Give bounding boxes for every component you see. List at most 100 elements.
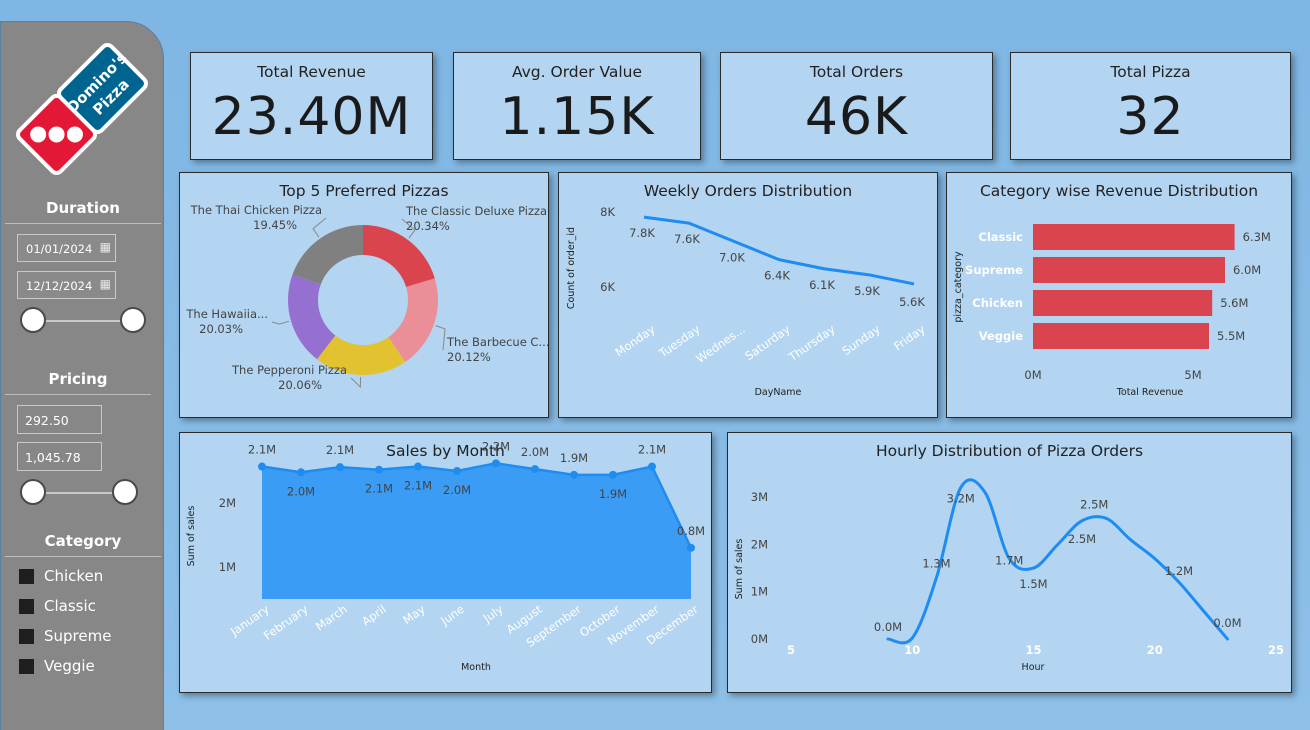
x-tick-label: February: [261, 602, 311, 643]
x-tick-label: April: [359, 602, 389, 629]
kpi-title: Avg. Order Value: [511, 63, 643, 81]
weekly-line-chart: 8K 6K Count of order_id DayName 7.8K Monday 7.…: [566, 205, 928, 398]
donut-chart: The Classic Deluxe Pizza20.34% The Barbec…: [185, 203, 548, 392]
category-heading: Category: [5, 532, 161, 557]
start-date-input[interactable]: 01/01/2024 ▦: [17, 234, 116, 262]
data-label: 1.9M: [599, 487, 627, 501]
x-tick-label: July: [480, 602, 506, 626]
slice-percent-label: 19.45%: [253, 218, 297, 232]
y-axis-title: Sum of sales: [186, 506, 197, 567]
end-date-input[interactable]: 12/12/2024 ▦: [17, 271, 116, 299]
x-tick-label: Monday: [612, 322, 657, 360]
data-label: 2.0M: [443, 483, 471, 497]
data-point: [375, 465, 383, 474]
data-label: 6.3M: [1243, 230, 1271, 244]
data-label: 5.9K: [854, 284, 880, 298]
x-tick-label: 0M: [1024, 368, 1041, 382]
checkbox[interactable]: [19, 598, 34, 614]
duration-slider-start-handle[interactable]: [20, 307, 46, 333]
x-tick-label: 5M: [1184, 368, 1201, 382]
price-slider-min-handle[interactable]: [20, 479, 46, 505]
data-point: [492, 459, 500, 468]
start-date-value: 01/01/2024: [26, 242, 93, 256]
data-point: [648, 462, 656, 471]
y-tick-label: Veggie: [979, 329, 1023, 343]
data-label: 5.5M: [1217, 329, 1245, 343]
kpi-title: Total Revenue: [257, 63, 366, 81]
monthly-area-chart: 2M1MSum of salesMonth2.1MJanuary2.0MFebr…: [186, 439, 705, 673]
slice-leader-line: [271, 320, 290, 325]
y-tick-label: 8K: [600, 205, 615, 219]
dominos-logo: Domino's Pizza: [16, 43, 148, 175]
panel-category-revenue: Category wise Revenue Distribution Class…: [946, 172, 1292, 418]
slice-percent-label: 20.06%: [278, 378, 322, 392]
category-option-supreme[interactable]: Supreme: [19, 627, 111, 645]
panel-hourly-orders: Hourly Distribution of Pizza Orders 0M 1M…: [727, 432, 1292, 693]
x-tick-label: June: [437, 602, 466, 628]
y-tick-label: Classic: [978, 230, 1023, 244]
data-label: 2.0M: [521, 445, 549, 459]
kpi-title: Total Orders: [809, 63, 904, 81]
slice-label: The Classic Deluxe Pizza: [405, 204, 547, 218]
y-tick-label: Supreme: [965, 263, 1023, 277]
panel-top-pizzas: Top 5 Preferred Pizzas The Classic Delux…: [179, 172, 549, 418]
x-tick-label: Sunday: [839, 322, 882, 358]
data-label: 1.2M: [1165, 564, 1193, 578]
kpi-value: 23.40M: [211, 87, 412, 147]
kpi-value: 1.15K: [499, 87, 655, 147]
y-tick-label: 2M: [219, 496, 236, 510]
duration-slider-end-handle[interactable]: [120, 307, 146, 333]
data-label: 5.6K: [899, 295, 925, 309]
data-point: [336, 463, 344, 472]
donut-slice: [363, 225, 435, 288]
duration-slider-track[interactable]: [33, 320, 133, 322]
data-point: [531, 465, 539, 474]
donut-slice: [292, 225, 363, 285]
calendar-icon[interactable]: ▦: [100, 240, 111, 254]
data-label: 3.2M: [947, 492, 975, 506]
kpi-card-total-pizza: Total Pizza 32: [1010, 52, 1291, 160]
duration-heading: Duration: [5, 199, 161, 224]
kpi-title: Total Pizza: [1110, 63, 1191, 81]
y-axis-title: pizza_category: [953, 251, 964, 323]
x-tick-label: Saturday: [742, 322, 793, 363]
pricing-heading: Pricing: [5, 370, 151, 395]
bar: [1033, 257, 1225, 283]
data-label: 1.3M: [922, 557, 950, 571]
data-label: 6.1K: [809, 278, 835, 292]
category-label: Veggie: [44, 657, 95, 675]
y-tick-label: 1M: [751, 585, 768, 599]
data-label: 2.5M: [1080, 497, 1108, 511]
data-label: 0.0M: [1213, 616, 1241, 630]
data-label: 2.1M: [365, 482, 393, 496]
category-bar-chart: Classic 6.3M Supreme 6.0M Chicken 5.6M Veggie 5…: [953, 224, 1271, 398]
price-slider-max-handle[interactable]: [112, 479, 138, 505]
calendar-icon[interactable]: ▦: [100, 277, 111, 291]
category-option-classic[interactable]: Classic: [19, 597, 96, 615]
slice-label: The Pepperoni Pizza: [231, 363, 347, 377]
category-label: Supreme: [44, 627, 112, 645]
data-point: [687, 543, 695, 552]
data-label: 7.8K: [629, 226, 655, 240]
data-label: 6.0M: [1233, 263, 1261, 277]
data-label: 0.8M: [677, 524, 705, 538]
slice-leader-line: [312, 217, 327, 238]
data-point: [453, 467, 461, 475]
kpi-value: 46K: [804, 87, 909, 147]
panel-weekly-orders: Weekly Orders Distribution 8K 6K Count of …: [558, 172, 938, 418]
category-option-chicken[interactable]: Chicken: [19, 567, 103, 585]
kpi-card-total-orders: Total Orders 46K: [720, 52, 993, 160]
checkbox[interactable]: [19, 658, 34, 674]
area-fill: [262, 463, 691, 599]
data-label: 7.6K: [674, 232, 700, 246]
checkbox[interactable]: [19, 568, 34, 584]
category-option-veggie[interactable]: Veggie: [19, 657, 95, 675]
category-label: Chicken: [44, 567, 104, 585]
price-min-input[interactable]: 292.50: [17, 405, 102, 434]
y-tick-label: 6K: [600, 280, 615, 294]
x-axis-title: DayName: [755, 387, 802, 398]
checkbox[interactable]: [19, 628, 34, 644]
bar: [1033, 323, 1209, 349]
data-point: [297, 468, 305, 477]
price-max-input[interactable]: 1,045.78: [17, 442, 102, 471]
